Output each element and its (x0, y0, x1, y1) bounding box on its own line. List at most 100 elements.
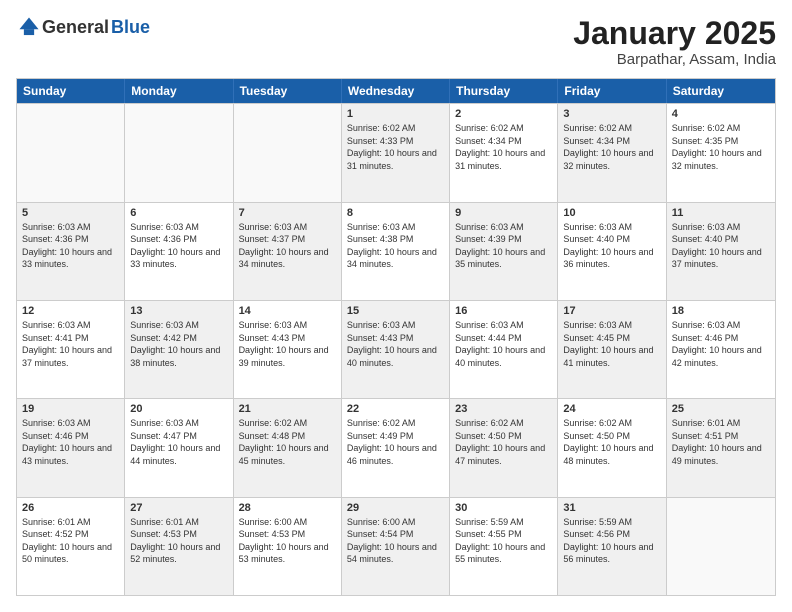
day-number: 1 (347, 108, 444, 120)
calendar-day-8: 8 Sunrise: 6:03 AM Sunset: 4:38 PM Daylig… (342, 203, 450, 300)
day-number: 7 (239, 207, 336, 219)
calendar-day-27: 27 Sunrise: 6:01 AM Sunset: 4:53 PM Dayli… (125, 498, 233, 595)
calendar-day-25: 25 Sunrise: 6:01 AM Sunset: 4:51 PM Dayli… (667, 399, 775, 496)
day-number: 28 (239, 502, 336, 514)
calendar-day-13: 13 Sunrise: 6:03 AM Sunset: 4:42 PM Dayli… (125, 301, 233, 398)
calendar-body: 1 Sunrise: 6:02 AM Sunset: 4:33 PM Daylig… (17, 103, 775, 595)
logo-general: General (42, 17, 109, 38)
calendar-day-5: 5 Sunrise: 6:03 AM Sunset: 4:36 PM Daylig… (17, 203, 125, 300)
calendar-day-18: 18Sunrise: 6:03 AM Sunset: 4:46 PM Dayli… (667, 301, 775, 398)
day-info: Sunrise: 6:03 AM Sunset: 4:38 PM Dayligh… (347, 221, 444, 271)
logo-blue: Blue (111, 17, 150, 38)
day-info: Sunrise: 6:02 AM Sunset: 4:50 PM Dayligh… (563, 417, 660, 467)
day-info: Sunrise: 6:03 AM Sunset: 4:36 PM Dayligh… (22, 221, 119, 271)
day-info: Sunrise: 6:03 AM Sunset: 4:39 PM Dayligh… (455, 221, 552, 271)
day-number: 2 (455, 108, 552, 120)
day-number: 30 (455, 502, 552, 514)
day-info: Sunrise: 6:03 AM Sunset: 4:37 PM Dayligh… (239, 221, 336, 271)
calendar-day-23: 23Sunrise: 6:02 AM Sunset: 4:50 PM Dayli… (450, 399, 558, 496)
calendar-day-empty-0-2 (234, 104, 342, 201)
logo-icon (18, 16, 40, 38)
calendar-day-2: 2 Sunrise: 6:02 AM Sunset: 4:34 PM Daylig… (450, 104, 558, 201)
day-number: 5 (22, 207, 119, 219)
title-block: January 2025 Barpathar, Assam, India (573, 16, 776, 68)
day-info: Sunrise: 6:03 AM Sunset: 4:41 PM Dayligh… (22, 319, 119, 369)
day-number: 22 (347, 403, 444, 415)
logo: General Blue (16, 16, 150, 38)
day-info: Sunrise: 6:03 AM Sunset: 4:42 PM Dayligh… (130, 319, 227, 369)
header-day-monday: Monday (125, 79, 233, 103)
day-number: 18 (672, 305, 770, 317)
calendar-day-29: 29 Sunrise: 6:00 AM Sunset: 4:54 PM Dayli… (342, 498, 450, 595)
day-info: Sunrise: 6:00 AM Sunset: 4:54 PM Dayligh… (347, 516, 444, 566)
header-day-thursday: Thursday (450, 79, 558, 103)
day-info: Sunrise: 6:03 AM Sunset: 4:44 PM Dayligh… (455, 319, 552, 369)
day-number: 27 (130, 502, 227, 514)
calendar-day-6: 6 Sunrise: 6:03 AM Sunset: 4:36 PM Daylig… (125, 203, 233, 300)
header: General Blue January 2025 Barpathar, Ass… (16, 16, 776, 68)
day-info: Sunrise: 6:01 AM Sunset: 4:51 PM Dayligh… (672, 417, 770, 467)
day-info: Sunrise: 6:03 AM Sunset: 4:47 PM Dayligh… (130, 417, 227, 467)
calendar-day-31: 31 Sunrise: 5:59 AM Sunset: 4:56 PM Dayli… (558, 498, 666, 595)
calendar-day-empty-0-1 (125, 104, 233, 201)
calendar-day-19: 19 Sunrise: 6:03 AM Sunset: 4:46 PM Dayli… (17, 399, 125, 496)
day-info: Sunrise: 6:01 AM Sunset: 4:53 PM Dayligh… (130, 516, 227, 566)
day-info: Sunrise: 6:03 AM Sunset: 4:46 PM Dayligh… (22, 417, 119, 467)
day-info: Sunrise: 6:02 AM Sunset: 4:34 PM Dayligh… (455, 122, 552, 172)
calendar: SundayMondayTuesdayWednesdayThursdayFrid… (16, 78, 776, 596)
day-number: 25 (672, 403, 770, 415)
header-day-saturday: Saturday (667, 79, 775, 103)
day-info: Sunrise: 6:02 AM Sunset: 4:33 PM Dayligh… (347, 122, 444, 172)
day-info: Sunrise: 6:01 AM Sunset: 4:52 PM Dayligh… (22, 516, 119, 566)
day-number: 17 (563, 305, 660, 317)
day-number: 21 (239, 403, 336, 415)
day-number: 12 (22, 305, 119, 317)
calendar-row-0: 1 Sunrise: 6:02 AM Sunset: 4:33 PM Daylig… (17, 103, 775, 201)
calendar-day-12: 12 Sunrise: 6:03 AM Sunset: 4:41 PM Dayli… (17, 301, 125, 398)
calendar-day-24: 24 Sunrise: 6:02 AM Sunset: 4:50 PM Dayli… (558, 399, 666, 496)
day-number: 16 (455, 305, 552, 317)
calendar-day-1: 1 Sunrise: 6:02 AM Sunset: 4:33 PM Daylig… (342, 104, 450, 201)
day-number: 10 (563, 207, 660, 219)
day-info: Sunrise: 5:59 AM Sunset: 4:56 PM Dayligh… (563, 516, 660, 566)
day-number: 20 (130, 403, 227, 415)
calendar-row-2: 12 Sunrise: 6:03 AM Sunset: 4:41 PM Dayli… (17, 300, 775, 398)
day-info: Sunrise: 6:02 AM Sunset: 4:35 PM Dayligh… (672, 122, 770, 172)
calendar-day-26: 26 Sunrise: 6:01 AM Sunset: 4:52 PM Dayli… (17, 498, 125, 595)
calendar-day-3: 3 Sunrise: 6:02 AM Sunset: 4:34 PM Daylig… (558, 104, 666, 201)
day-number: 14 (239, 305, 336, 317)
calendar-day-9: 9 Sunrise: 6:03 AM Sunset: 4:39 PM Daylig… (450, 203, 558, 300)
day-number: 24 (563, 403, 660, 415)
day-number: 3 (563, 108, 660, 120)
day-info: Sunrise: 6:02 AM Sunset: 4:48 PM Dayligh… (239, 417, 336, 467)
month-title: January 2025 (573, 16, 776, 51)
calendar-day-15: 15Sunrise: 6:03 AM Sunset: 4:43 PM Dayli… (342, 301, 450, 398)
calendar-day-28: 28 Sunrise: 6:00 AM Sunset: 4:53 PM Dayli… (234, 498, 342, 595)
day-info: Sunrise: 6:00 AM Sunset: 4:53 PM Dayligh… (239, 516, 336, 566)
calendar-day-14: 14Sunrise: 6:03 AM Sunset: 4:43 PM Dayli… (234, 301, 342, 398)
page: General Blue January 2025 Barpathar, Ass… (0, 0, 792, 612)
day-number: 8 (347, 207, 444, 219)
day-number: 29 (347, 502, 444, 514)
day-info: Sunrise: 6:03 AM Sunset: 4:45 PM Dayligh… (563, 319, 660, 369)
day-number: 9 (455, 207, 552, 219)
day-number: 26 (22, 502, 119, 514)
calendar-day-7: 7 Sunrise: 6:03 AM Sunset: 4:37 PM Daylig… (234, 203, 342, 300)
calendar-day-empty-0-0 (17, 104, 125, 201)
day-number: 19 (22, 403, 119, 415)
day-info: Sunrise: 6:02 AM Sunset: 4:34 PM Dayligh… (563, 122, 660, 172)
day-info: Sunrise: 6:03 AM Sunset: 4:36 PM Dayligh… (130, 221, 227, 271)
day-info: Sunrise: 6:02 AM Sunset: 4:49 PM Dayligh… (347, 417, 444, 467)
day-info: Sunrise: 6:03 AM Sunset: 4:40 PM Dayligh… (672, 221, 770, 271)
calendar-day-4: 4Sunrise: 6:02 AM Sunset: 4:35 PM Daylig… (667, 104, 775, 201)
calendar-day-11: 11Sunrise: 6:03 AM Sunset: 4:40 PM Dayli… (667, 203, 775, 300)
day-number: 31 (563, 502, 660, 514)
calendar-day-17: 17 Sunrise: 6:03 AM Sunset: 4:45 PM Dayli… (558, 301, 666, 398)
header-day-friday: Friday (558, 79, 666, 103)
day-number: 13 (130, 305, 227, 317)
calendar-day-22: 22 Sunrise: 6:02 AM Sunset: 4:49 PM Dayli… (342, 399, 450, 496)
day-number: 23 (455, 403, 552, 415)
day-number: 6 (130, 207, 227, 219)
day-info: Sunrise: 5:59 AM Sunset: 4:55 PM Dayligh… (455, 516, 552, 566)
calendar-day-20: 20 Sunrise: 6:03 AM Sunset: 4:47 PM Dayli… (125, 399, 233, 496)
